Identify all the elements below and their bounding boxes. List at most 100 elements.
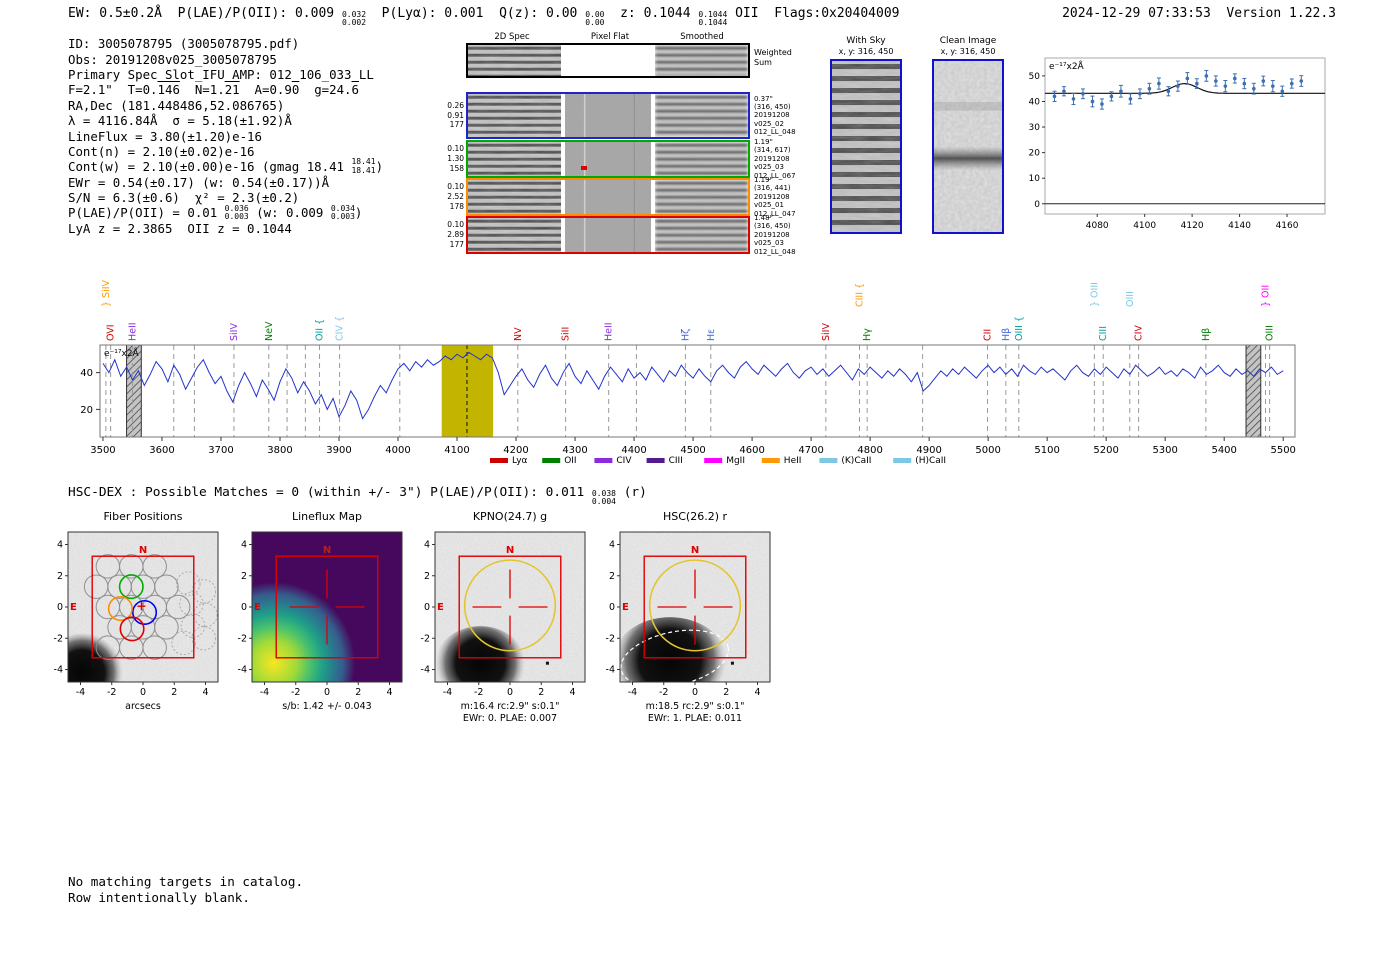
svg-text:0: 0 [1034, 200, 1040, 210]
east-label: E [622, 602, 629, 613]
svg-text:0: 0 [692, 687, 698, 698]
with-sky-panel: With Sky x, y: 316, 450 [820, 36, 912, 234]
svg-text:30: 30 [1029, 123, 1041, 133]
svg-text:4900: 4900 [916, 445, 941, 456]
legend-swatch [893, 458, 912, 463]
emission-line-label: } OIII [1089, 282, 1100, 307]
emission-line-label: HeII [127, 322, 138, 341]
svg-text:3700: 3700 [208, 445, 233, 456]
svg-text:4: 4 [57, 540, 63, 551]
info-line-10: EWr = 0.54(±0.17) (w: 0.54(±0.17))Å [68, 174, 330, 190]
emission-line-label: } OII [1260, 285, 1271, 307]
svg-text:10: 10 [1029, 174, 1041, 184]
masked-band [1245, 344, 1262, 438]
svg-text:-2: -2 [659, 687, 668, 698]
svg-text:3500: 3500 [90, 445, 115, 456]
svg-text:0: 0 [140, 687, 146, 698]
info-line-6: λ = 4116.84Å σ = 5.18(±1.92)Å [68, 113, 292, 129]
spec2d-panel: 2D Spec Pixel Flat Smoothed 0.26 0.91 177 0… [444, 28, 834, 266]
emission-line-label: CIII { [854, 283, 865, 307]
svg-text:4120: 4120 [1181, 221, 1204, 231]
svg-text:2: 2 [723, 687, 729, 698]
footer-line: No matching targets in catalog. [68, 874, 304, 889]
svg-text:-2: -2 [474, 687, 483, 698]
legend-label: CIII [669, 456, 683, 466]
svg-text:4600: 4600 [739, 445, 764, 456]
clean-image [932, 59, 1004, 234]
svg-text:2: 2 [57, 571, 63, 582]
svg-text:-2: -2 [54, 633, 63, 644]
spec2d-row-3 [466, 178, 750, 216]
emission-line-label: CIV { [335, 316, 346, 341]
svg-text:5200: 5200 [1093, 445, 1118, 456]
detection-info-block: ID: 3005078795 (3005078795.pdf) Obs: 2019… [68, 36, 383, 236]
svg-text:4: 4 [202, 687, 208, 698]
summary-header: EW: 0.5±0.2Å P(LAE)/P(OII): 0.009 0.032 0… [68, 6, 900, 28]
legend-swatch [761, 458, 780, 463]
svg-text:3800: 3800 [267, 445, 292, 456]
cutout-xlabel2: EWr: 0. PLAE: 0.007 [463, 713, 557, 724]
cutout-lineflux-2: Lineflux Map N E -4 -4 -2 -2 0 0 2 2 4 4 s/b: 1.42 +/… [224, 506, 429, 728]
svg-text:4: 4 [609, 540, 615, 551]
emission-line-label: CIII [1098, 326, 1109, 341]
svg-text:5000: 5000 [975, 445, 1000, 456]
elixer-detection-report: EW: 0.5±0.2Å P(LAE)/P(OII): 0.009 0.032 0… [0, 0, 1400, 953]
emission-line-label: NeV [264, 321, 275, 341]
svg-text:4300: 4300 [562, 445, 587, 456]
svg-text:5100: 5100 [1034, 445, 1059, 456]
legend-label: (K)CaII [841, 456, 871, 466]
legend-label: MgII [726, 456, 745, 466]
svg-text:20: 20 [1029, 149, 1041, 159]
emission-line-label: OIII [1265, 325, 1276, 341]
svg-text:4400: 4400 [621, 445, 646, 456]
svg-text:4: 4 [754, 687, 760, 698]
svg-text:20: 20 [80, 405, 93, 416]
legend-swatch [646, 458, 665, 463]
datetime-version: 2024-12-29 07:33:53 Version 1.22.3 [1062, 6, 1336, 21]
svg-text:4500: 4500 [680, 445, 705, 456]
emission-line-label: OVI [106, 324, 117, 341]
spec2d-row-left-labels: 0.10 2.52 178 [447, 182, 464, 211]
svg-text:4100: 4100 [1133, 221, 1156, 231]
emission-line-label: CIV [1134, 325, 1145, 341]
north-label: N [323, 545, 331, 556]
info-line-13: LyA z = 2.3865 OII z = 0.1044 [68, 220, 292, 236]
svg-text:4100: 4100 [444, 445, 469, 456]
hsc-dex-match-line: HSC-DEX : Possible Matches = 0 (within +… [68, 485, 647, 507]
spec2d-row-4 [466, 216, 750, 254]
detection-marker-dot [581, 166, 587, 170]
svg-text:-4: -4 [421, 665, 430, 676]
svg-text:4: 4 [241, 540, 247, 551]
cutout-xlabel: m:18.5 rc:2.9" s:0.1" [646, 701, 745, 712]
info-line-1: ID: 3005078795 (3005078795.pdf) [68, 36, 300, 52]
svg-text:2: 2 [241, 571, 247, 582]
svg-text:-2: -2 [606, 633, 615, 644]
emission-line-label: HeII [604, 322, 615, 341]
info-line-3: Primary Spec_Slot_IFU_AMP: 012_106_033_L… [68, 66, 374, 82]
svg-text:0: 0 [424, 602, 430, 613]
svg-text:-2: -2 [107, 687, 116, 698]
emission-line-label: } SiIV [101, 279, 112, 307]
weighted-sum-label: Weighted Sum [754, 48, 792, 67]
info-line-8: Cont(n) = 2.10(±0.02)e-16 [68, 143, 255, 159]
svg-text:-2: -2 [291, 687, 300, 698]
cutout-fibers-1: Fiber Positions N E -4 -4 -2 -2 0 0 2 2 4 4 arcsecs [40, 506, 245, 728]
svg-text:5500: 5500 [1270, 445, 1295, 456]
emission-line-label: CII [983, 329, 994, 341]
svg-text:4140: 4140 [1228, 221, 1251, 231]
cutout-xlabel: s/b: 1.42 +/- 0.043 [282, 701, 371, 712]
svg-text:40: 40 [80, 368, 93, 379]
svg-text:e⁻¹⁷x2Å: e⁻¹⁷x2Å [1049, 60, 1085, 72]
spec2d-rows: 0.26 0.91 177 0.37" (316, 450) 20191208 v025_0… [447, 28, 796, 266]
svg-text:e⁻¹⁷x2Å: e⁻¹⁷x2Å [104, 347, 140, 359]
north-label: N [139, 545, 147, 556]
info-line-12: P(LAE)/P(OII) = 0.01 0.036 0.003 (w: 0.00… [68, 203, 363, 221]
emission-line-label: SiII [561, 327, 572, 341]
emission-line-label: OIII [1125, 291, 1136, 307]
svg-text:4: 4 [569, 687, 575, 698]
clean-image-panel: Clean Image x, y: 316, 450 [922, 36, 1014, 234]
legend-swatch [704, 458, 723, 463]
svg-text:-2: -2 [421, 633, 430, 644]
svg-text:2: 2 [609, 571, 615, 582]
info-line-9: Cont(w) = 2.10(±0.00)e-16 (gmag 18.41 18… [68, 157, 384, 175]
